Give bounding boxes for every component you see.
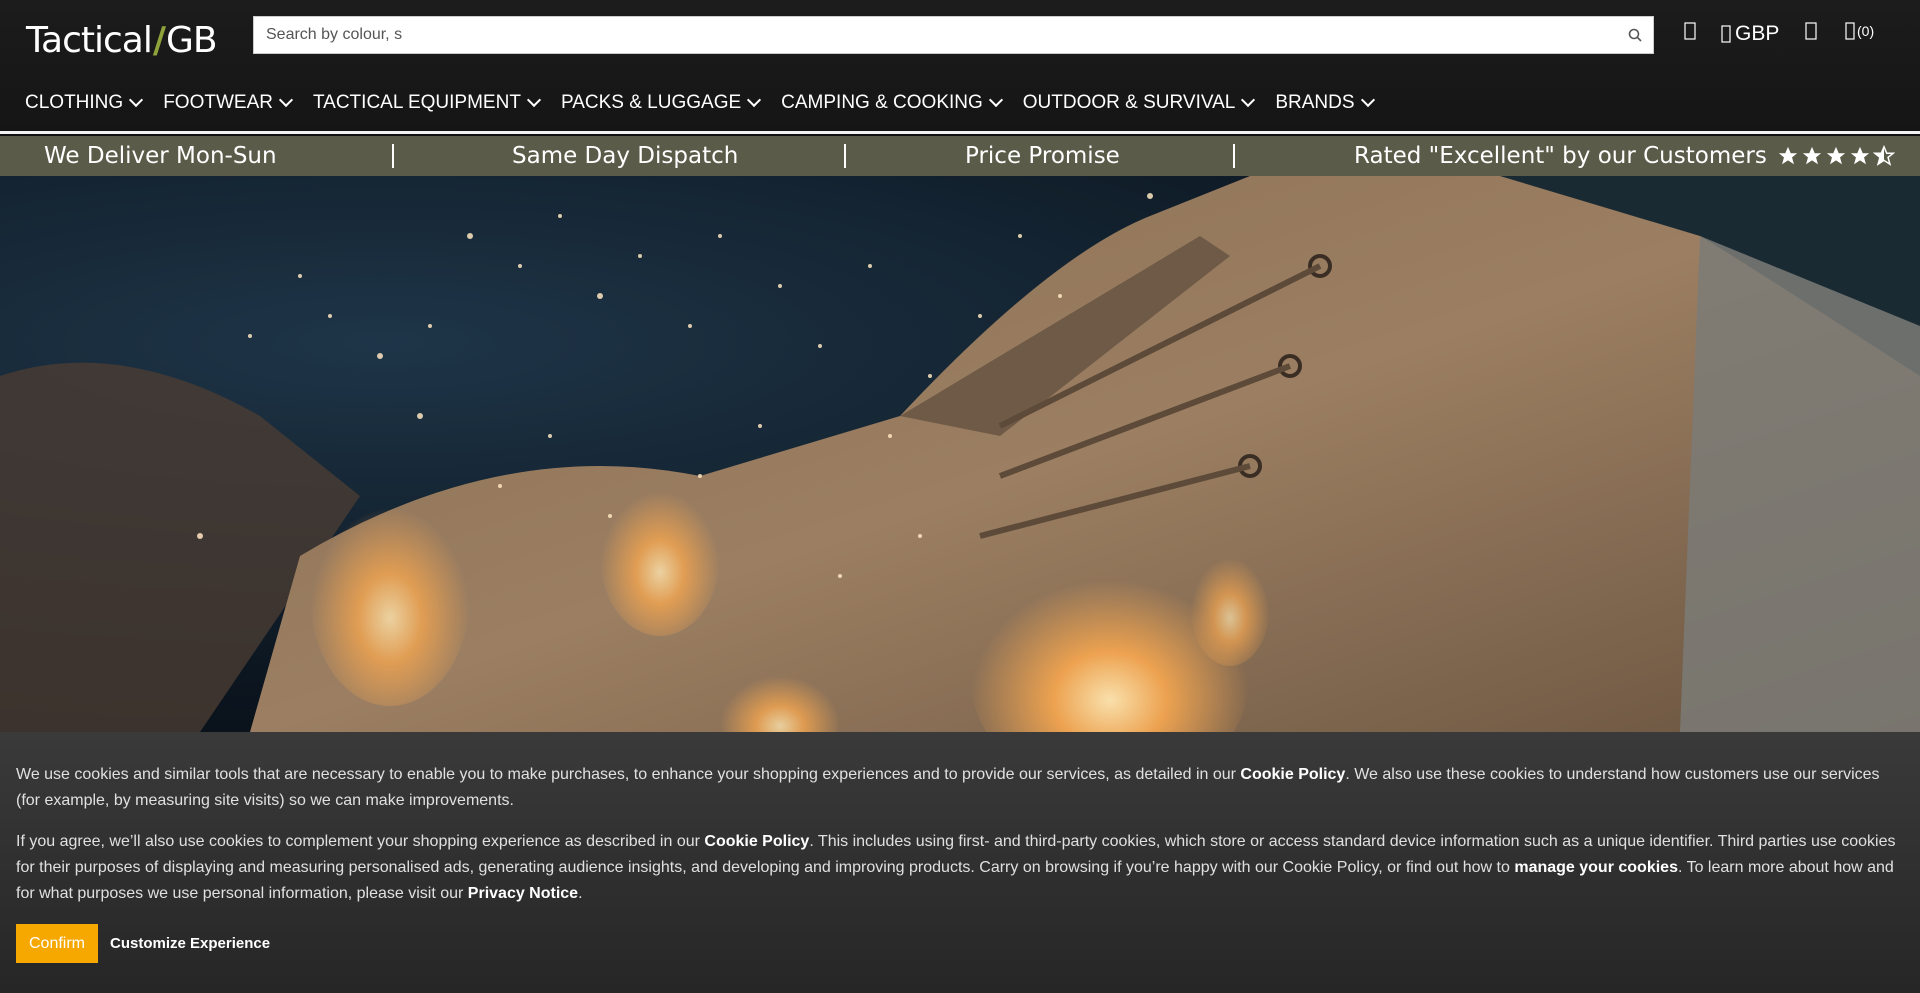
star-icon	[1850, 146, 1869, 165]
nav-item-packs-luggage[interactable]: PACKS & LUGGAGE	[560, 92, 762, 114]
cookie-text-1a: We use cookies and similar tools that ar…	[16, 766, 1241, 783]
search-icon[interactable]	[1617, 17, 1653, 53]
main-nav: CLOTHING FOOTWEAR TACTICAL EQUIPMENT PAC…	[25, 88, 1395, 118]
cookie-text-2a: If you agree, we’ll also use cookies to …	[16, 833, 705, 850]
privacy-notice-link[interactable]: Privacy Notice	[468, 885, 578, 902]
usp-bar: We Deliver Mon-Sun Same Day Dispatch Pri…	[0, 136, 1920, 176]
confirm-button[interactable]: Confirm	[16, 924, 98, 963]
star-icon	[1826, 146, 1845, 165]
cookie-policy-link[interactable]: Cookie Policy	[704, 833, 809, 850]
chevron-down-icon	[278, 92, 294, 108]
usp-separator	[1233, 144, 1235, 168]
nav-label: TACTICAL EQUIPMENT	[312, 92, 521, 113]
nav-label: CAMPING & COOKING	[781, 92, 983, 113]
nav-label: PACKS & LUGGAGE	[560, 92, 742, 113]
nav-item-outdoor-survival[interactable]: OUTDOOR & SURVIVAL	[1022, 92, 1256, 114]
usp-dispatch: Same Day Dispatch	[512, 143, 739, 169]
site-header: Tactical/GB GBP (0) CLOTHING FOOTWEAR TA…	[0, 0, 1920, 132]
nav-label: CLOTHING	[25, 92, 124, 113]
star-icon	[1802, 146, 1821, 165]
customize-experience-button[interactable]: Customize Experience	[110, 924, 270, 963]
nav-item-camping-cooking[interactable]: CAMPING & COOKING	[781, 92, 1003, 114]
cookie-text-2: If you agree, we’ll also use cookies to …	[16, 829, 1906, 907]
cart-button[interactable]: (0)	[1845, 22, 1874, 40]
search-input[interactable]	[254, 17, 1617, 53]
nav-label: FOOTWEAR	[163, 92, 273, 113]
chevron-down-icon	[129, 92, 144, 108]
usp-separator	[392, 144, 394, 168]
nav-label: BRANDS	[1275, 92, 1355, 113]
manage-cookies-link[interactable]: manage your cookies	[1514, 859, 1678, 876]
chevron-down-icon	[1241, 92, 1256, 108]
chevron-down-icon	[747, 92, 762, 108]
rating-stars	[1777, 145, 1897, 167]
logo-text-gb: GB	[166, 19, 218, 61]
nav-item-footwear[interactable]: FOOTWEAR	[163, 92, 294, 114]
usp-separator	[844, 144, 846, 168]
currency-label: GBP	[1735, 22, 1780, 45]
nav-label: OUTDOOR & SURVIVAL	[1022, 92, 1236, 113]
wishlist-icon[interactable]	[1805, 22, 1817, 40]
cookie-banner: We use cookies and similar tools that ar…	[0, 732, 1920, 993]
chevron-down-icon	[526, 92, 542, 108]
nav-item-clothing[interactable]: CLOTHING	[25, 92, 144, 114]
cookie-policy-link[interactable]: Cookie Policy	[1240, 766, 1345, 783]
usp-price: Price Promise	[965, 143, 1120, 169]
hero-banner[interactable]	[0, 176, 1920, 732]
hero-boot-image	[0, 176, 1920, 732]
currency-selector[interactable]: GBP	[1721, 22, 1779, 46]
logo[interactable]: Tactical / GB	[26, 19, 218, 61]
chevron-down-icon	[1360, 92, 1375, 108]
nav-item-brands[interactable]: BRANDS	[1275, 92, 1375, 114]
usp-rating-text: Rated "Excellent" by our Customers	[1354, 143, 1767, 169]
cookie-text-1: We use cookies and similar tools that ar…	[16, 762, 1906, 814]
nav-item-tactical-equipment[interactable]: TACTICAL EQUIPMENT	[312, 92, 542, 114]
header-divider	[0, 131, 1920, 134]
star-half-icon	[1872, 145, 1895, 166]
cookie-text-2d: .	[578, 885, 583, 902]
usp-delivery: We Deliver Mon-Sun	[44, 143, 277, 169]
logo-mark: /	[152, 19, 166, 61]
cart-count: (0)	[1857, 23, 1875, 39]
currency-icon	[1721, 25, 1731, 43]
usp-rating[interactable]: Rated "Excellent" by our Customers	[1354, 136, 1897, 176]
chevron-down-icon	[988, 92, 1003, 108]
star-icon	[1778, 146, 1797, 165]
search-bar	[253, 16, 1654, 54]
cart-icon	[1845, 22, 1855, 40]
account-icon[interactable]	[1684, 22, 1696, 40]
logo-text-tactical: Tactical	[26, 19, 153, 61]
